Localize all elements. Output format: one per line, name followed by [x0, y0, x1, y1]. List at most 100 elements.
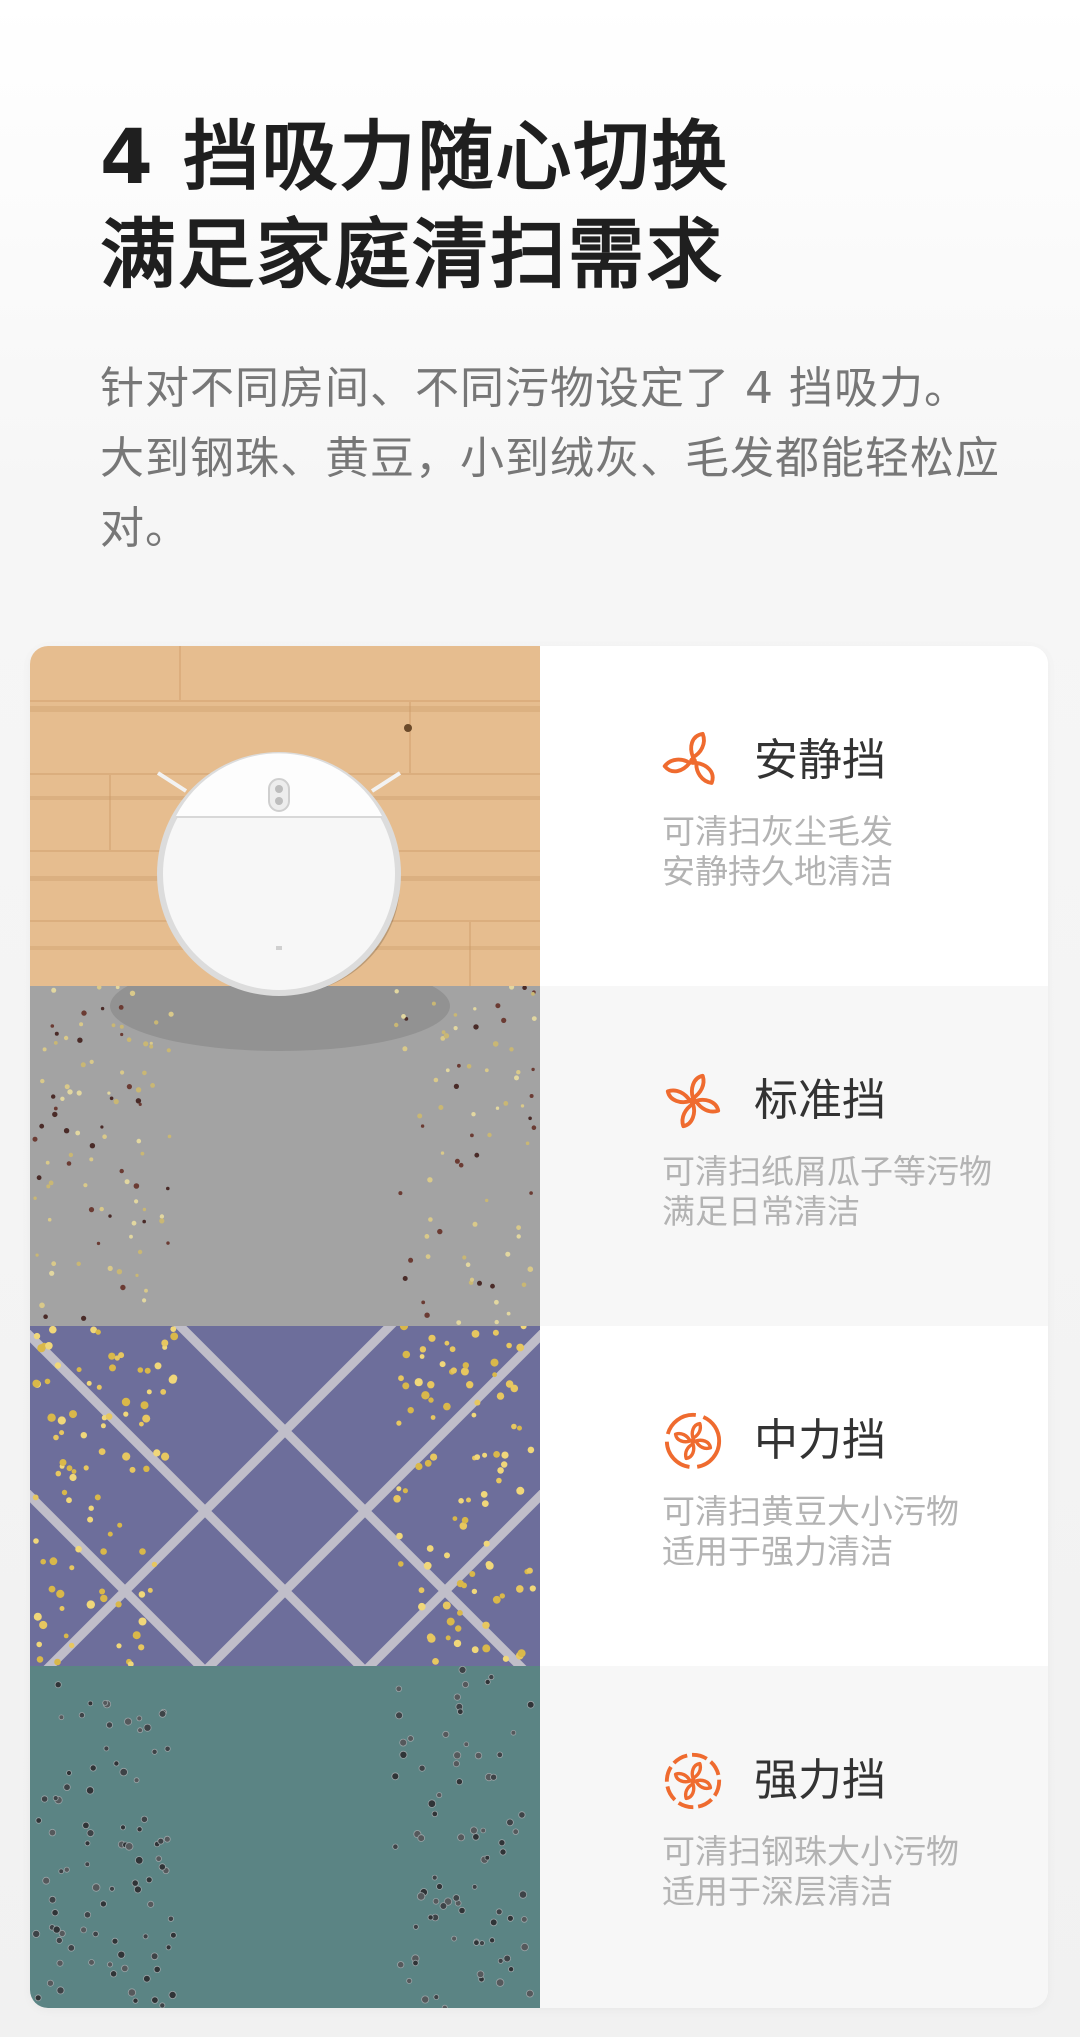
debris-particle [525, 1141, 530, 1146]
debris-particle [69, 1410, 77, 1419]
mode-desc-line: 可清扫黄豆大小污物 [662, 1492, 959, 1531]
debris-particle [451, 1935, 458, 1942]
debris-particle [149, 1041, 153, 1045]
debris-particle [421, 1300, 426, 1305]
debris-particle [419, 1354, 425, 1359]
debris-particle [32, 1136, 38, 1142]
debris-particle [69, 1473, 77, 1482]
debris-particle [138, 1617, 147, 1626]
debris-particle [484, 1854, 491, 1861]
mode-name-strong: 强力挡 [754, 1755, 886, 1806]
debris-particle [109, 1364, 116, 1372]
debris-particle [58, 1868, 65, 1875]
debris-particle [397, 1961, 405, 1969]
debris-particle [51, 1909, 59, 1917]
debris-particle [488, 1674, 495, 1681]
debris-particle [425, 1254, 431, 1259]
debris-particle [487, 1132, 492, 1138]
debris-particle [56, 1589, 65, 1598]
debris-particle [396, 1420, 402, 1426]
debris-particle [450, 1367, 457, 1374]
debris-particle [49, 1270, 55, 1276]
debris-particle [457, 1063, 461, 1068]
debris-particle [396, 1486, 402, 1492]
debris-particle [89, 1764, 97, 1772]
debris-particle [59, 1606, 65, 1611]
debris-particle [407, 1735, 414, 1742]
debris-particle [424, 1234, 430, 1239]
debris-particle [87, 1700, 94, 1707]
debris-particle [427, 1914, 434, 1921]
debris-particle [77, 1037, 83, 1043]
debris-particle [50, 1024, 55, 1028]
debris-particle [453, 1083, 459, 1089]
debris-particle [469, 1571, 476, 1577]
debris-particle [46, 1979, 54, 1987]
debris-particle [484, 1068, 489, 1073]
debris-particle [105, 1413, 113, 1420]
mode-info-standard: 标准挡 可清扫纸屑瓜子等污物 满足日常清洁 [540, 986, 1048, 1326]
debris-particle [167, 1134, 172, 1139]
mode-info-medium: 中力挡 可清扫黄豆大小污物 适用于强力清洁 [540, 1326, 1048, 1666]
debris-particle [136, 1826, 143, 1833]
debris-particle [517, 1425, 522, 1431]
debris-particle [168, 1990, 177, 1999]
debris-particle [455, 1625, 462, 1632]
debris-particle [503, 1101, 509, 1106]
debris-particle [67, 1944, 75, 1952]
debris-particle [477, 1280, 482, 1286]
debris-particle [392, 1843, 399, 1850]
debris-particle [424, 1459, 432, 1467]
debris-particle [76, 1090, 82, 1096]
debris-particle [41, 1795, 49, 1803]
debris-particle [529, 1094, 534, 1098]
debris-particle [490, 1283, 495, 1289]
debris-particle [461, 1680, 469, 1688]
debris-particle [443, 1033, 450, 1039]
debris-particle [518, 1811, 526, 1819]
debris-particle [54, 1362, 62, 1369]
debris-particle [460, 1367, 469, 1376]
debris-particle [84, 1840, 91, 1847]
debris-particle [107, 1531, 113, 1537]
debris-particle [402, 1046, 408, 1052]
debris-particle [493, 1451, 500, 1458]
intro-paragraph: 针对不同房间、不同污物设定了 4 挡吸力。大到钢珠、黄豆，小到绒灰、毛发都能轻松… [100, 363, 1000, 554]
debris-particle [100, 1548, 107, 1555]
debris-particle [124, 1179, 130, 1185]
debris-particle [474, 1454, 481, 1460]
debris-particle [452, 1760, 460, 1768]
debris-particle [398, 1561, 404, 1567]
debris-particle [138, 1102, 142, 1106]
debris-particle [443, 1402, 451, 1411]
debris-particle [395, 1685, 402, 1692]
debris-particle [453, 1639, 462, 1648]
debris-particle [426, 1633, 435, 1641]
debris-particle [516, 1486, 525, 1495]
debris-particle [67, 1089, 73, 1095]
debris-particle [492, 1595, 501, 1604]
debris-particle [142, 1298, 147, 1303]
debris-particle [153, 1449, 161, 1457]
debris-particle [119, 1168, 124, 1174]
debris-particle [406, 1977, 413, 1984]
debris-particle [516, 1225, 521, 1230]
debris-particle [412, 1923, 419, 1930]
debris-particle [165, 1944, 172, 1951]
debris-particle [63, 1866, 70, 1873]
debris-particle [424, 1312, 430, 1318]
debris-particle [119, 1024, 124, 1029]
debris-particle [56, 1959, 64, 1967]
debris-particle [427, 1799, 437, 1808]
debris-particle [142, 1070, 147, 1076]
debris-particle [150, 1083, 155, 1088]
mode-info-strong: 强力挡 可清扫钢珠大小污物 适用于深层清洁 [540, 1666, 1048, 2008]
debris-particle [75, 1130, 81, 1136]
debris-particle [449, 1346, 456, 1353]
debris-particle [391, 1772, 400, 1781]
debris-particle [499, 1593, 505, 1599]
debris-particle [417, 1834, 426, 1842]
debris-particle [525, 1989, 534, 1998]
debris-particle [417, 1113, 423, 1119]
debris-particle [419, 1346, 427, 1353]
